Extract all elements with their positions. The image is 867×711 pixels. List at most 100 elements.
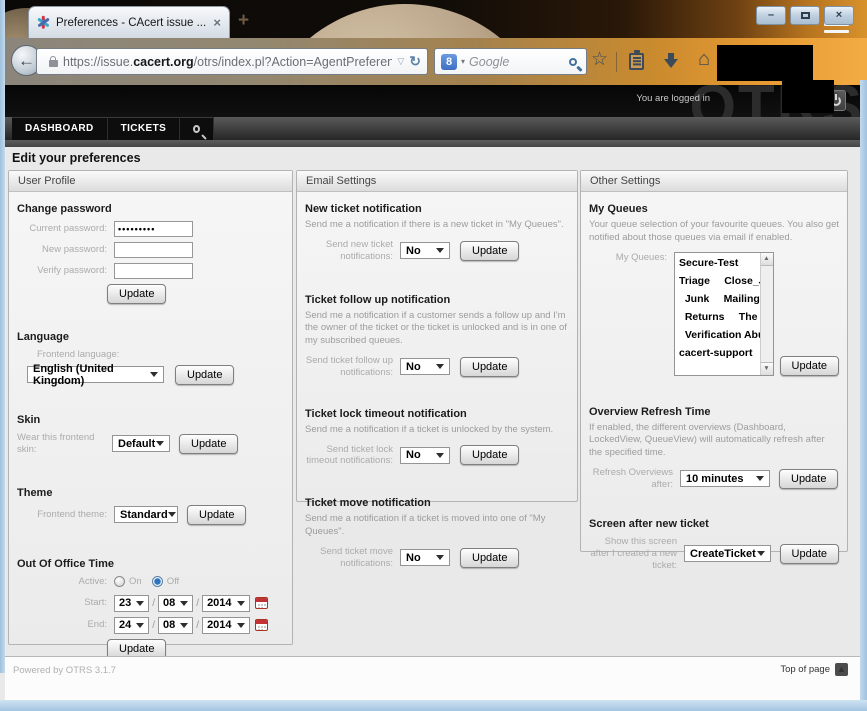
section-skin: Skin xyxy=(17,414,284,426)
panel-header: User Profile xyxy=(9,171,292,192)
minimize-button[interactable]: – xyxy=(756,6,786,25)
start-month-select[interactable]: 08 xyxy=(158,595,193,612)
url-bar[interactable]: https://issue.cacert.org/otrs/index.pl?A… xyxy=(36,48,428,75)
top-of-page-link[interactable]: Top of page ▲ xyxy=(780,663,848,676)
date-separator: / xyxy=(196,620,199,631)
queue-option[interactable]: Junk xyxy=(675,293,709,305)
new-ticket-notification-select[interactable]: No xyxy=(400,242,450,259)
section-overview-refresh: Overview Refresh Time xyxy=(589,406,839,418)
logged-in-text: You are logged in xyxy=(636,93,710,104)
maximize-icon xyxy=(801,12,810,19)
screen-after-label: Show this screen after I created a new t… xyxy=(589,536,677,572)
end-month-select[interactable]: 08 xyxy=(158,617,193,634)
section-lock-timeout-notification: Ticket lock timeout notification xyxy=(305,408,569,420)
date-separator: / xyxy=(196,598,199,609)
move-notification-select[interactable]: No xyxy=(400,549,450,566)
search-input[interactable]: Google xyxy=(469,55,565,69)
panel-header: Other Settings xyxy=(581,171,847,192)
lock-icon xyxy=(49,60,58,67)
search-go-icon[interactable] xyxy=(569,58,577,66)
update-language-button[interactable]: Update xyxy=(175,365,234,385)
scroll-up-icon[interactable]: ▲ xyxy=(761,253,773,266)
update-refresh-button[interactable]: Update xyxy=(779,469,838,489)
top-of-page-label: Top of page xyxy=(780,664,830,675)
end-day-select[interactable]: 24 xyxy=(114,617,149,634)
bookmark-star-icon[interactable]: ☆ xyxy=(591,50,608,69)
refresh-select[interactable]: 10 minutes xyxy=(680,470,770,487)
verify-password-field[interactable] xyxy=(114,263,193,279)
select-arrow-icon xyxy=(150,372,158,377)
scroll-down-icon[interactable]: ▼ xyxy=(761,362,773,375)
select-arrow-icon xyxy=(136,623,144,628)
update-new-ticket-button[interactable]: Update xyxy=(460,241,519,261)
section-description: Send me a notification if a ticket is un… xyxy=(305,424,569,437)
theme-select[interactable]: Standard xyxy=(114,506,178,523)
screen-after-select[interactable]: CreateTicket xyxy=(684,545,771,562)
my-queues-label: My Queues: xyxy=(589,252,667,264)
new-password-field[interactable] xyxy=(114,242,193,258)
lock-timeout-notification-select[interactable]: No xyxy=(400,447,450,464)
google-engine-icon[interactable]: 8 xyxy=(441,54,457,70)
update-password-button[interactable]: Update xyxy=(107,284,166,304)
update-screen-after-button[interactable]: Update xyxy=(780,544,839,564)
close-button[interactable]: × xyxy=(824,6,854,25)
date-separator: / xyxy=(152,620,155,631)
my-queues-listbox[interactable]: Secure-Test Triage Close_Junk Junk Maili… xyxy=(674,252,774,376)
language-select[interactable]: English (United Kingdom) xyxy=(27,366,164,383)
send-move-label: Send ticket move notifications: xyxy=(305,546,393,570)
listbox-scrollbar[interactable]: ▲ ▼ xyxy=(760,253,773,375)
section-change-password: Change password xyxy=(17,203,284,215)
tab-close-icon[interactable]: × xyxy=(213,16,221,29)
nav-item-tickets[interactable]: TICKETS xyxy=(108,117,181,140)
browser-tab[interactable]: Preferences - CAcert issue ... × xyxy=(28,6,230,38)
update-my-queues-button[interactable]: Update xyxy=(780,356,839,376)
active-off-radio[interactable] xyxy=(152,576,163,587)
cacert-favicon-icon xyxy=(37,16,50,29)
start-year-select[interactable]: 2014 xyxy=(202,595,249,612)
queue-option[interactable]: Mailings xyxy=(714,293,766,305)
current-password-field[interactable] xyxy=(114,221,193,237)
update-theme-button[interactable]: Update xyxy=(187,505,246,525)
queue-option[interactable]: Returns xyxy=(675,311,725,323)
bookmarks-panel-icon[interactable] xyxy=(629,53,644,70)
home-icon[interactable]: ⌂ xyxy=(698,48,710,71)
send-new-ticket-label: Send new ticket notifications: xyxy=(305,239,393,263)
url-dropdown-icon[interactable]: ▽ xyxy=(397,56,404,67)
queue-option[interactable]: cacert-support xyxy=(675,347,753,359)
start-day-select[interactable]: 23 xyxy=(114,595,149,612)
section-description: Send me a notification if a customer sen… xyxy=(305,310,569,348)
otrs-nav: DASHBOARD TICKETS xyxy=(5,117,860,140)
update-follow-up-button[interactable]: Update xyxy=(460,357,519,377)
update-lock-timeout-button[interactable]: Update xyxy=(460,445,519,465)
panel-user-profile: User Profile Change password Current pas… xyxy=(8,170,293,645)
select-arrow-icon xyxy=(436,364,444,369)
section-description: Send me a notification if a ticket is mo… xyxy=(305,513,569,539)
skin-select[interactable]: Default xyxy=(112,435,170,452)
maximize-button[interactable] xyxy=(790,6,820,25)
skin-label: Wear this frontend skin: xyxy=(17,432,105,456)
search-bar[interactable]: 8 ▾ Google xyxy=(434,48,587,75)
section-follow-up-notification: Ticket follow up notification xyxy=(305,294,569,306)
queue-option[interactable]: Triage xyxy=(675,275,710,287)
end-year-select[interactable]: 2014 xyxy=(202,617,249,634)
section-out-of-office: Out Of Office Time xyxy=(17,558,284,570)
nav-search-button[interactable] xyxy=(180,117,214,140)
reload-icon[interactable]: ↻ xyxy=(409,53,421,70)
follow-up-notification-select[interactable]: No xyxy=(400,358,450,375)
select-arrow-icon xyxy=(156,441,164,446)
engine-dropdown-icon[interactable]: ▾ xyxy=(461,57,465,66)
panel-header: Email Settings xyxy=(297,171,577,192)
update-move-button[interactable]: Update xyxy=(460,548,519,568)
tab-title: Preferences - CAcert issue ... xyxy=(56,17,207,29)
update-skin-button[interactable]: Update xyxy=(179,434,238,454)
calendar-icon[interactable] xyxy=(255,619,268,631)
calendar-icon[interactable] xyxy=(255,597,268,609)
select-arrow-icon xyxy=(757,551,765,556)
active-on-radio[interactable] xyxy=(114,576,125,587)
new-password-label: New password: xyxy=(17,244,107,256)
nav-item-dashboard[interactable]: DASHBOARD xyxy=(12,117,108,140)
url-text[interactable]: https://issue.cacert.org/otrs/index.pl?A… xyxy=(63,55,392,69)
downloads-icon[interactable] xyxy=(664,53,678,69)
new-tab-button[interactable]: + xyxy=(238,11,249,30)
queue-option[interactable]: Secure-Test xyxy=(675,257,738,269)
